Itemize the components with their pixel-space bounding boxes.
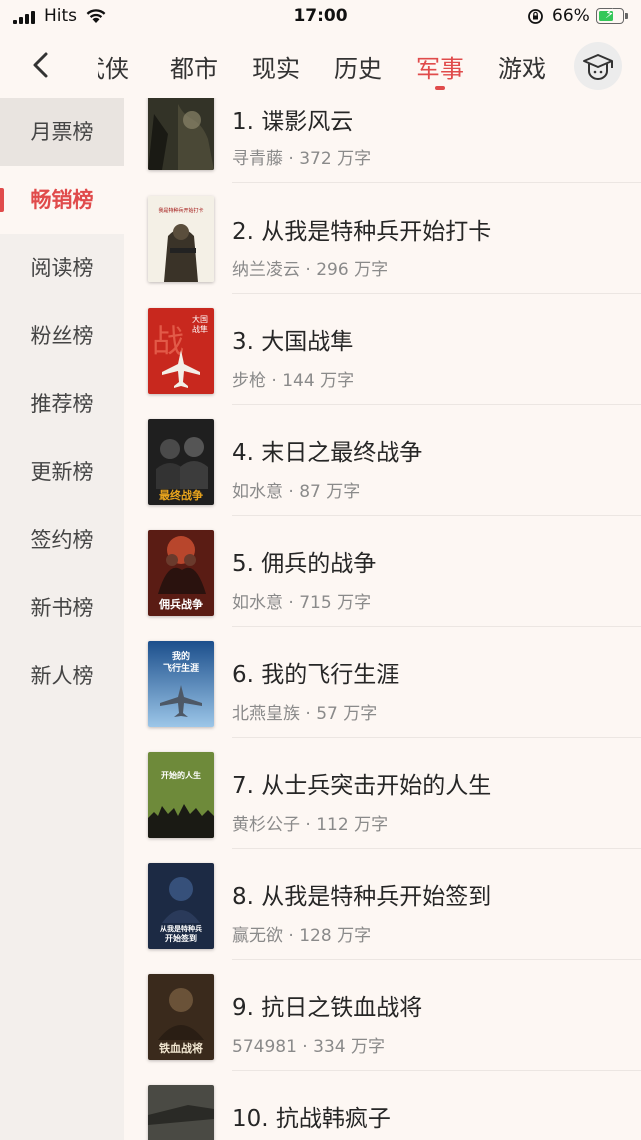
book-meta: 赢无欲 · 128 万字 (232, 926, 372, 946)
rotation-lock-icon (527, 8, 544, 25)
sidebar-item-new-author[interactable]: 新人榜 (0, 642, 124, 710)
book-cover: 开始的人生 (148, 752, 214, 838)
ranking-sidebar: 月票榜 畅销榜 阅读榜 粉丝榜 推荐榜 更新榜 签约榜 新书榜 新人榜 (0, 98, 124, 1140)
cover-text: 开始的人生 (161, 770, 201, 780)
book-cover: 我是特种兵开始打卡 (148, 196, 214, 282)
book-title: 6. 我的飞行生涯 (232, 662, 400, 688)
tab-wuxia[interactable]: 武侠 (98, 49, 129, 84)
tab-junshi[interactable]: 军事 (416, 49, 464, 84)
book-cover (148, 1085, 214, 1140)
cover-text: 飞行生涯 (163, 662, 199, 674)
tab-xianshi[interactable]: 现实 (252, 49, 300, 84)
cover-text: 大国 (192, 314, 208, 324)
active-sidebar-marker (0, 188, 4, 212)
tab-youxi[interactable]: 游戏 (498, 49, 546, 84)
cover-text: 战隼 (192, 324, 208, 334)
list-item[interactable]: 我的 飞行生涯 6. 我的飞行生涯 北燕皇族 · 57 万字 (124, 627, 641, 738)
book-title: 3. 大国战隼 (232, 329, 354, 355)
book-title: 2. 从我是特种兵开始打卡 (232, 219, 492, 245)
book-cover: 从我是特种兵 开始签到 (148, 863, 214, 949)
book-meta: 寻青藤 · 372 万字 (232, 149, 372, 169)
back-button[interactable] (26, 48, 56, 82)
book-meta: 黄杉公子 · 112 万字 (232, 815, 389, 835)
book-title: 9. 抗日之铁血战将 (232, 995, 423, 1021)
list-item[interactable]: 铁血战将 9. 抗日之铁血战将 574981 · 334 万字 (124, 960, 641, 1071)
book-cover: 铁血战将 (148, 974, 214, 1060)
sidebar-item-new-book[interactable]: 新书榜 (0, 574, 124, 642)
book-title: 7. 从士兵突击开始的人生 (232, 773, 492, 799)
book-ranking-list: 1. 谍影风云 寻青藤 · 372 万字 我是特种兵开始打卡 2. 从我是特种兵… (124, 98, 641, 1140)
book-meta: 北燕皇族 · 57 万字 (232, 704, 378, 724)
active-tab-indicator (435, 86, 445, 90)
book-title: 1. 谍影风云 (232, 109, 354, 135)
category-tabs: 武侠 都市 现实 历史 军事 游戏 (98, 34, 556, 98)
sidebar-item-signed[interactable]: 签约榜 (0, 506, 124, 574)
cover-text: 我是特种兵开始打卡 (158, 207, 203, 214)
cover-text: 开始签到 (165, 933, 197, 943)
list-item[interactable]: 开始的人生 7. 从士兵突击开始的人生 黄杉公子 · 112 万字 (124, 738, 641, 849)
battery-percentage: 66% (552, 6, 590, 26)
tab-lishi[interactable]: 历史 (334, 49, 382, 84)
sidebar-item-fans[interactable]: 粉丝榜 (0, 302, 124, 370)
cover-text: 铁血战将 (159, 1041, 203, 1055)
cover-text: 佣兵战争 (158, 597, 203, 611)
book-meta: 纳兰凌云 · 296 万字 (232, 260, 389, 280)
book-meta: 步枪 · 144 万字 (232, 371, 355, 391)
sidebar-item-update[interactable]: 更新榜 (0, 438, 124, 506)
book-cover: 战 大国 战隼 (148, 308, 214, 394)
book-title: 5. 佣兵的战争 (232, 551, 377, 577)
cover-text: 最终战争 (159, 488, 203, 502)
clock: 17:00 (293, 6, 348, 26)
sidebar-item-recommend[interactable]: 推荐榜 (0, 370, 124, 438)
status-bar: Hits 17:00 66% ⚡ (0, 0, 641, 34)
user-avatar-button[interactable] (574, 42, 622, 90)
chevron-left-icon (33, 52, 48, 78)
cover-text: 从我是特种兵 (160, 924, 202, 933)
top-navigation: 武侠 都市 现实 历史 军事 游戏 (0, 34, 641, 98)
book-title: 4. 末日之最终战争 (232, 440, 423, 466)
book-meta: 如水意 · 715 万字 (232, 593, 372, 613)
list-item[interactable]: 1. 谍影风云 寻青藤 · 372 万字 (124, 98, 641, 183)
list-item[interactable]: 最终战争 4. 末日之最终战争 如水意 · 87 万字 (124, 405, 641, 516)
sidebar-item-reading[interactable]: 阅读榜 (0, 234, 124, 302)
book-cover (148, 98, 214, 170)
list-item[interactable]: 佣兵战争 5. 佣兵的战争 如水意 · 715 万字 (124, 516, 641, 627)
battery-tip (625, 13, 628, 19)
book-cover: 我的 飞行生涯 (148, 641, 214, 727)
book-cover: 佣兵战争 (148, 530, 214, 616)
book-meta: 如水意 · 87 万字 (232, 482, 361, 502)
book-cover: 最终战争 (148, 419, 214, 505)
book-title: 8. 从我是特种兵开始签到 (232, 884, 492, 910)
book-title: 10. 抗战韩疯子 (232, 1106, 391, 1132)
list-item[interactable]: 从我是特种兵 开始签到 8. 从我是特种兵开始签到 赢无欲 · 128 万字 (124, 849, 641, 960)
list-item[interactable]: 战 大国 战隼 3. 大国战隼 步枪 · 144 万字 (124, 294, 641, 405)
battery-icon: ⚡ (596, 8, 624, 24)
sidebar-item-bestseller[interactable]: 畅销榜 (0, 166, 124, 234)
list-item[interactable]: 10. 抗战韩疯子 (124, 1071, 641, 1140)
cover-text: 我的 (172, 650, 190, 662)
book-meta: 574981 · 334 万字 (232, 1037, 385, 1057)
sidebar-item-monthly-ticket[interactable]: 月票榜 (0, 98, 124, 166)
cover-text: 战 (152, 322, 184, 360)
tab-dushi[interactable]: 都市 (170, 49, 218, 84)
graduation-cap-icon (583, 54, 613, 80)
list-item[interactable]: 我是特种兵开始打卡 2. 从我是特种兵开始打卡 纳兰凌云 · 296 万字 (124, 183, 641, 294)
